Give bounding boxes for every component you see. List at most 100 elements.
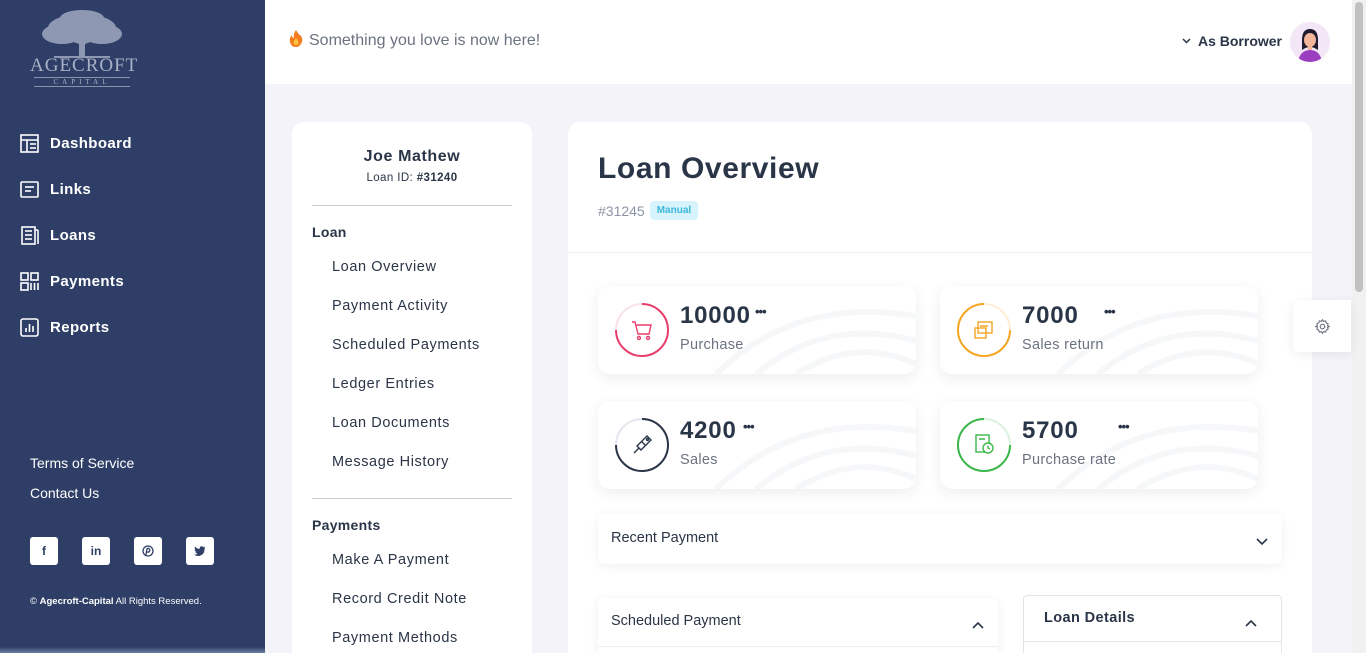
loan-heading: Loan	[312, 224, 347, 240]
more-icon[interactable]: •••	[755, 304, 767, 319]
stat-card-purchase[interactable]: 10000 ••• Purchase	[598, 286, 916, 374]
submenu-item-payment-methods[interactable]: Payment Methods	[332, 630, 458, 646]
contact-link[interactable]: Contact Us	[30, 485, 134, 501]
sidebar-footer-links: Terms of Service Contact Us	[30, 455, 134, 515]
sidebar-item-label: Loans	[50, 226, 97, 244]
borrower-name: Joe Mathew	[363, 148, 461, 165]
recent-payment-accordion[interactable]: Recent Payment	[598, 514, 1282, 564]
sidebar-item-reports[interactable]: Reports	[0, 304, 265, 350]
divider	[1024, 641, 1281, 642]
page-scrollbar[interactable]	[1352, 0, 1366, 653]
sidebar-nav: Dashboard Links Loans Payments Reports	[0, 120, 265, 350]
divider	[312, 498, 512, 499]
loan-number-row: #31245 Manual	[598, 201, 699, 220]
accordion-title: Scheduled Payment	[611, 613, 741, 629]
fire-icon	[289, 30, 303, 51]
submenu-item-message-history[interactable]: Message History	[332, 454, 449, 470]
brand-sub: CAPITAL	[34, 77, 130, 87]
sidebar-item-label: Reports	[50, 318, 110, 336]
sidebar-bottom-bar	[0, 647, 265, 653]
loans-icon	[20, 225, 39, 245]
role-label: As Borrower	[1197, 33, 1282, 49]
sidebar: AGECROFT CAPITAL Dashboard Links Loans P…	[0, 0, 265, 653]
tag-icon	[615, 418, 669, 472]
stat-value: 5700	[1022, 417, 1079, 444]
copyright-symbol: ©	[30, 596, 37, 607]
brand-name: AGECROFT	[30, 55, 139, 76]
reports-icon	[20, 317, 39, 337]
promo-banner[interactable]: Something you love is now here!	[289, 30, 540, 51]
submenu-item-loan-documents[interactable]: Loan Documents	[332, 415, 450, 431]
stat-value: 4200	[680, 417, 737, 444]
loan-details-accordion[interactable]: Loan Details	[1023, 595, 1282, 653]
linkedin-icon[interactable]: in	[82, 537, 110, 565]
loan-id: Loan ID: #31240	[292, 172, 532, 184]
chevron-up-icon[interactable]	[972, 616, 984, 634]
page-title: Loan Overview	[598, 152, 820, 185]
payments-heading: Payments	[312, 517, 381, 533]
sidebar-item-links[interactable]: Links	[0, 166, 265, 212]
stat-label: Purchase	[680, 337, 744, 353]
stat-label: Sales	[680, 452, 718, 468]
document-icon	[957, 418, 1011, 472]
stat-value: 10000	[680, 302, 751, 329]
sidebar-item-label: Links	[50, 180, 92, 198]
stat-value: 7000	[1022, 302, 1079, 329]
submenu-item-loan-overview[interactable]: Loan Overview	[332, 259, 437, 275]
role-switcher[interactable]: As Borrower	[1182, 33, 1282, 49]
avatar[interactable]	[1290, 22, 1330, 62]
twitter-icon[interactable]	[186, 537, 214, 565]
submenu-item-scheduled-payments[interactable]: Scheduled Payments	[332, 337, 480, 353]
cart-icon	[615, 303, 669, 357]
divider	[568, 252, 1312, 253]
copyright-text: All Rights Reserved.	[113, 596, 202, 607]
dashboard-icon	[20, 133, 39, 153]
wave-decoration	[1055, 423, 1258, 489]
divider	[598, 646, 998, 647]
sidebar-item-label: Dashboard	[50, 134, 132, 152]
submenu-item-payment-activity[interactable]: Payment Activity	[332, 298, 448, 314]
top-header: Something you love is now here! As Borro…	[265, 0, 1352, 84]
accordion-title: Loan Details	[1044, 610, 1136, 626]
loan-id-label: Loan ID:	[366, 172, 414, 184]
facebook-icon[interactable]: f	[30, 537, 58, 565]
divider	[312, 205, 512, 206]
sidebar-item-payments[interactable]: Payments	[0, 258, 265, 304]
stat-label: Sales return	[1022, 337, 1104, 353]
more-icon[interactable]: •••	[1104, 304, 1116, 319]
submenu-item-ledger-entries[interactable]: Ledger Entries	[332, 376, 435, 392]
loan-id-value: #31240	[416, 172, 458, 184]
copyright: © Agecroft-Capital All Rights Reserved.	[30, 596, 202, 607]
chevron-down-icon[interactable]	[1256, 533, 1268, 551]
return-icon	[957, 303, 1011, 357]
scheduled-payment-accordion[interactable]: Scheduled Payment	[598, 598, 998, 653]
sidebar-item-label: Payments	[50, 272, 125, 290]
scroll-thumb[interactable]	[1355, 2, 1363, 292]
more-icon[interactable]: •••	[1118, 419, 1130, 434]
loan-overview-card: Loan Overview #31245 Manual 10000 ••• Pu…	[568, 122, 1312, 653]
loan-number: #31245	[598, 202, 645, 219]
stat-card-sales[interactable]: 4200 ••• Sales	[598, 401, 916, 489]
stat-card-purchase-rate[interactable]: 5700 ••• Purchase rate	[940, 401, 1258, 489]
submenu-item-make-a-payment[interactable]: Make A Payment	[332, 552, 449, 568]
terms-link[interactable]: Terms of Service	[30, 455, 134, 471]
wave-decoration	[1055, 308, 1258, 374]
links-icon	[20, 180, 39, 199]
copyright-brand: Agecroft-Capital	[39, 596, 114, 607]
settings-toggle[interactable]	[1293, 300, 1351, 352]
social-links: f in	[30, 537, 214, 565]
wave-decoration	[713, 308, 916, 374]
gear-icon	[1314, 318, 1330, 334]
sidebar-item-loans[interactable]: Loans	[0, 212, 265, 258]
sidebar-item-dashboard[interactable]: Dashboard	[0, 120, 265, 166]
accordion-title: Recent Payment	[611, 530, 719, 546]
stat-label: Purchase rate	[1022, 452, 1117, 468]
submenu-item-record-credit-note[interactable]: Record Credit Note	[332, 591, 467, 607]
status-badge: Manual	[649, 201, 699, 220]
stat-card-sales-return[interactable]: 7000 ••• Sales return	[940, 286, 1258, 374]
chevron-down-icon	[1182, 36, 1191, 46]
pinterest-icon[interactable]	[134, 537, 162, 565]
more-icon[interactable]: •••	[743, 419, 755, 434]
brand-logo[interactable]: AGECROFT CAPITAL	[30, 10, 139, 92]
chevron-up-icon[interactable]	[1245, 614, 1257, 632]
